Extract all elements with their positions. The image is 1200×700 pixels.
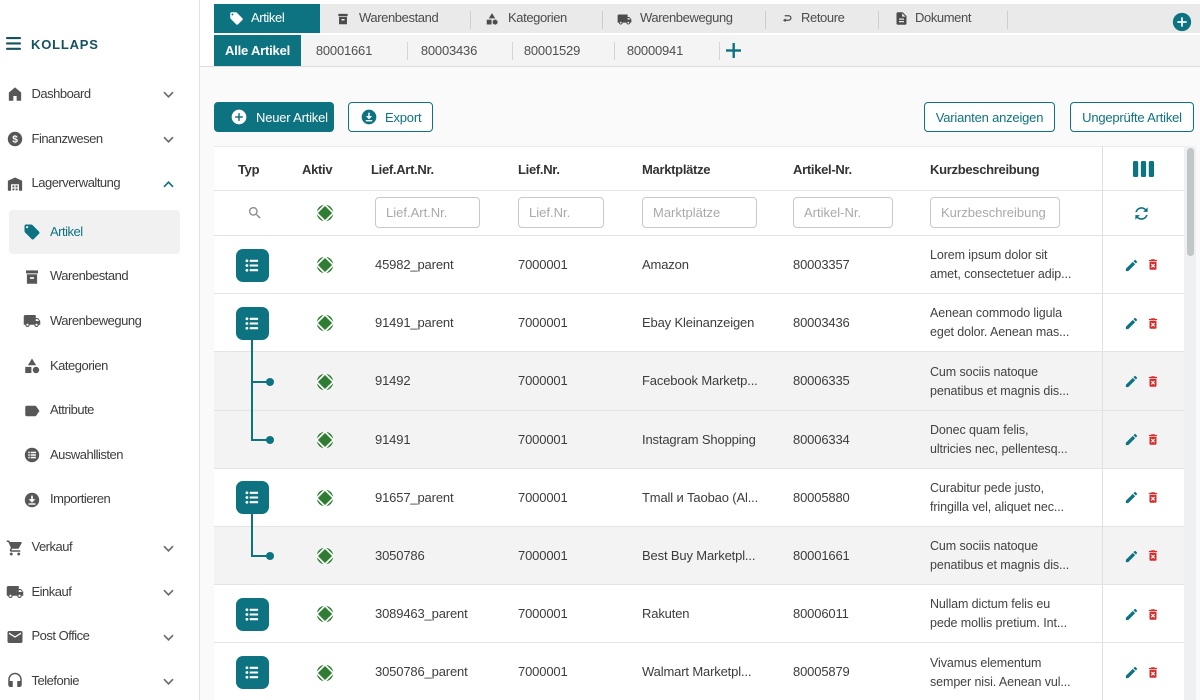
svg-text:$: $	[12, 134, 18, 145]
